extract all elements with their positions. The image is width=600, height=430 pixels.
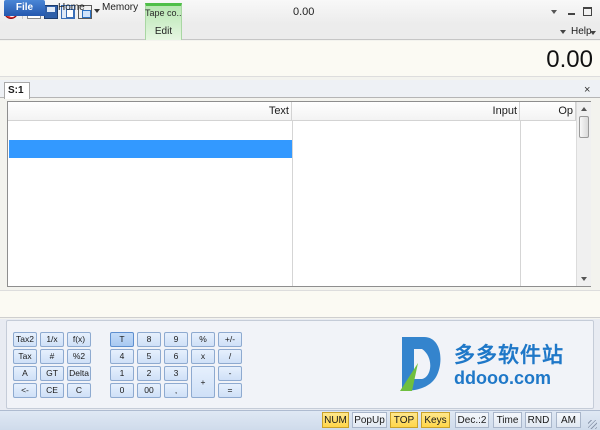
watermark: 多多软件站 ddooo.com bbox=[398, 333, 584, 399]
window-menu-dropdown-icon[interactable] bbox=[549, 6, 560, 17]
display-value: 0.00 bbox=[546, 46, 593, 73]
maximize-button[interactable] bbox=[583, 7, 592, 16]
quick-access-dropdown-icon[interactable] bbox=[94, 9, 100, 13]
window-title: 0.00 bbox=[293, 6, 315, 18]
vertical-scrollbar[interactable] bbox=[576, 102, 591, 286]
column-header-input[interactable]: Input bbox=[292, 102, 520, 121]
key-plus[interactable]: + bbox=[191, 366, 215, 398]
key-8[interactable]: 8 bbox=[137, 332, 161, 347]
column-divider bbox=[520, 121, 521, 286]
tab-memory[interactable]: Memory bbox=[102, 0, 138, 16]
tab-home[interactable]: Home bbox=[58, 0, 85, 16]
watermark-logo bbox=[400, 337, 441, 391]
status-rnd[interactable]: RND bbox=[525, 412, 552, 428]
status-decimals[interactable]: Dec.:2 bbox=[455, 412, 489, 428]
column-header-op[interactable]: Op bbox=[520, 102, 576, 121]
key-4[interactable]: 4 bbox=[110, 349, 134, 364]
help-menu[interactable]: Help bbox=[571, 24, 592, 40]
scroll-down-arrow-icon[interactable] bbox=[581, 277, 587, 281]
save-icon[interactable] bbox=[44, 5, 58, 19]
key-reciprocal[interactable]: 1/x bbox=[40, 332, 64, 347]
key-percent[interactable]: % bbox=[191, 332, 215, 347]
key-2[interactable]: 2 bbox=[137, 366, 161, 381]
status-am[interactable]: AM bbox=[556, 412, 581, 428]
tab-edit[interactable]: Edit bbox=[145, 24, 182, 40]
key-tax2[interactable]: Tax2 bbox=[13, 332, 37, 347]
help-dropdown-icon[interactable] bbox=[590, 31, 596, 35]
scroll-thumb[interactable] bbox=[579, 116, 589, 138]
resize-grip-icon[interactable] bbox=[588, 420, 597, 429]
tape-grid[interactable]: Text Input Op bbox=[7, 101, 591, 287]
key-multiply[interactable]: x bbox=[191, 349, 215, 364]
scroll-up-arrow-icon[interactable] bbox=[581, 107, 587, 111]
key-sign[interactable]: +/- bbox=[218, 332, 242, 347]
watermark-url: ddooo.com bbox=[454, 368, 551, 388]
key-delta[interactable]: Delta bbox=[67, 366, 91, 381]
context-group-label: Tape co... bbox=[145, 8, 182, 18]
key-0[interactable]: 0 bbox=[110, 383, 134, 398]
key-hash[interactable]: # bbox=[40, 349, 64, 364]
key-ce[interactable]: CE bbox=[40, 383, 64, 398]
key-comma[interactable]: , bbox=[164, 383, 188, 398]
key-divide[interactable]: / bbox=[218, 349, 242, 364]
selected-row[interactable] bbox=[9, 140, 292, 158]
key-5[interactable]: 5 bbox=[137, 349, 161, 364]
key-minus[interactable]: - bbox=[218, 366, 242, 381]
key-3[interactable]: 3 bbox=[164, 366, 188, 381]
status-time[interactable]: Time bbox=[493, 412, 522, 428]
column-divider bbox=[292, 121, 293, 286]
key-6[interactable]: 6 bbox=[164, 349, 188, 364]
column-header-text[interactable]: Text bbox=[8, 102, 292, 121]
ribbon-tab-bar bbox=[0, 24, 600, 40]
status-keys[interactable]: Keys bbox=[421, 412, 450, 428]
key-a[interactable]: A bbox=[13, 366, 37, 381]
key-tax[interactable]: Tax bbox=[13, 349, 37, 364]
close-document-icon[interactable]: × bbox=[584, 84, 590, 96]
key-percent2[interactable]: %2 bbox=[67, 349, 91, 364]
key-00[interactable]: 00 bbox=[137, 383, 161, 398]
result-display: 0.00 bbox=[0, 41, 600, 77]
status-popup[interactable]: PopUp bbox=[352, 412, 387, 428]
key-gt[interactable]: GT bbox=[40, 366, 64, 381]
entry-field[interactable] bbox=[0, 290, 600, 318]
tab-file[interactable]: File bbox=[4, 0, 45, 16]
status-num[interactable]: NUM bbox=[322, 412, 349, 428]
key-c[interactable]: C bbox=[67, 383, 91, 398]
status-top[interactable]: TOP bbox=[390, 412, 418, 428]
key-t[interactable]: T bbox=[110, 332, 134, 347]
key-9[interactable]: 9 bbox=[164, 332, 188, 347]
key-function[interactable]: f(x) bbox=[67, 332, 91, 347]
title-bar: 0.00 bbox=[0, 0, 600, 24]
key-1[interactable]: 1 bbox=[110, 366, 134, 381]
minimize-button[interactable] bbox=[566, 6, 577, 17]
document-tab-strip bbox=[0, 80, 600, 98]
tab-s1[interactable]: S:1 bbox=[4, 82, 30, 99]
ribbon-collapse-icon[interactable] bbox=[560, 30, 566, 34]
key-equals[interactable]: = bbox=[218, 383, 242, 398]
key-backspace[interactable]: <- bbox=[13, 383, 37, 398]
watermark-brand: 多多软件站 bbox=[454, 344, 564, 367]
